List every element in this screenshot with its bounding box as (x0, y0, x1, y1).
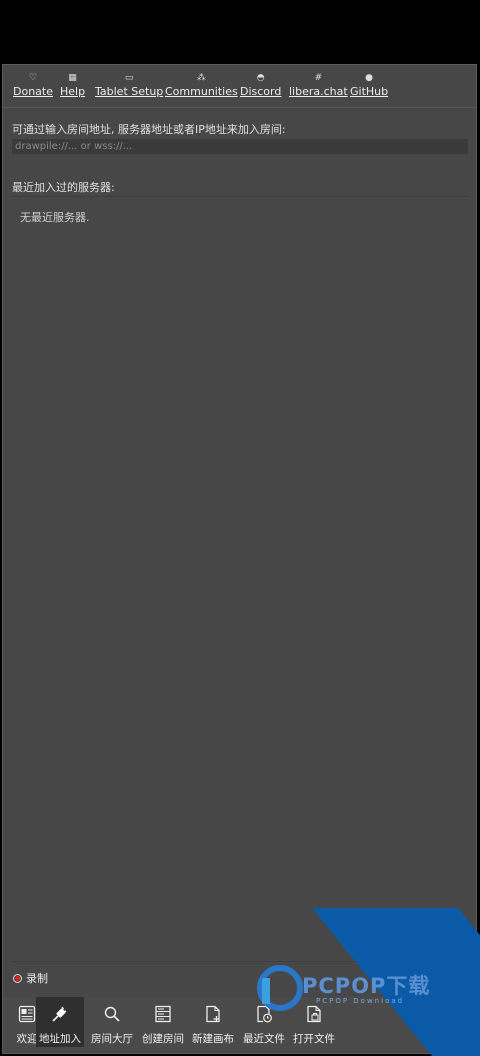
link-bar-divider (3, 107, 476, 108)
help-grid-icon: ▦ (68, 73, 77, 83)
people-icon: ⁂ (196, 73, 206, 83)
open-file-icon (304, 1003, 324, 1025)
watermark-text: PCPOP下载 (302, 974, 431, 998)
discord-link[interactable]: ◓ Discord (240, 71, 281, 99)
tablet-setup-link-label: Tablet Setup (95, 85, 164, 98)
donate-link-label: Donate (13, 85, 53, 98)
heart-icon: ♡ (28, 73, 38, 83)
tab-join-address-label: 地址加入 (39, 1033, 81, 1045)
search-icon (102, 1003, 122, 1025)
tab-welcome-label: 欢迎 (16, 1033, 38, 1045)
tab-recent-files-label: 最近文件 (243, 1033, 285, 1045)
discord-link-label: Discord (240, 85, 282, 98)
donate-link[interactable]: ♡ Donate (13, 71, 53, 99)
tab-join-address[interactable]: 地址加入 (36, 997, 84, 1047)
new-document-icon (203, 1003, 223, 1025)
link-bar: ♡ Donate ▦ Help ▭ Tablet Setup ⁂ Communi… (3, 71, 476, 105)
bottom-tab-bar: 欢迎 地址加入 房间大厅 创建房间 新建画布 最近文件 打开文件 (3, 997, 476, 1052)
communities-link[interactable]: ⁂ Communities (165, 71, 238, 99)
plug-icon (50, 1003, 70, 1025)
record-divider (12, 961, 468, 962)
recent-file-icon (254, 1003, 274, 1025)
github-icon: ● (365, 73, 373, 83)
github-link[interactable]: ● GitHub (350, 71, 388, 99)
github-link-label: GitHub (350, 85, 389, 98)
help-link[interactable]: ▦ Help (60, 71, 85, 99)
libera-chat-link[interactable]: # libera.chat (289, 71, 348, 99)
record-checkbox[interactable]: 录制 (13, 970, 48, 986)
tab-new-canvas-label: 新建画布 (192, 1033, 234, 1045)
recent-servers-title: 最近加入过的服务器: (12, 181, 115, 194)
tab-recent-files[interactable]: 最近文件 (240, 997, 288, 1047)
join-prompt: 可通过输入房间地址, 服务器地址或者IP地址来加入房间: (12, 123, 286, 136)
address-input[interactable] (12, 139, 468, 154)
discord-icon: ◓ (256, 73, 265, 83)
watermark-subtext: PCPOP Download (316, 997, 405, 1005)
tablet-setup-link[interactable]: ▭ Tablet Setup (95, 71, 163, 99)
welcome-icon (17, 1003, 37, 1025)
status-bar-area (0, 0, 480, 56)
recent-servers-list[interactable]: 无最近服务器. (12, 196, 468, 959)
tablet-icon: ▭ (124, 73, 134, 83)
help-link-label: Help (60, 85, 86, 98)
tab-room-lobby-label: 房间大厅 (91, 1033, 133, 1045)
join-window: ♡ Donate ▦ Help ▭ Tablet Setup ⁂ Communi… (2, 64, 477, 1054)
tab-create-room-label: 创建房间 (142, 1033, 184, 1045)
libera-chat-link-label: libera.chat (289, 85, 348, 98)
tab-create-room[interactable]: 创建房间 (139, 997, 187, 1047)
recent-servers-empty: 无最近服务器. (20, 211, 90, 224)
tab-open-file-label: 打开文件 (293, 1033, 335, 1045)
server-icon (153, 1003, 173, 1025)
tab-new-canvas[interactable]: 新建画布 (189, 997, 237, 1047)
tab-room-lobby[interactable]: 房间大厅 (88, 997, 136, 1047)
record-icon (13, 973, 22, 983)
record-label: 录制 (26, 972, 48, 985)
hash-icon: # (314, 73, 323, 83)
communities-link-label: Communities (165, 85, 238, 98)
